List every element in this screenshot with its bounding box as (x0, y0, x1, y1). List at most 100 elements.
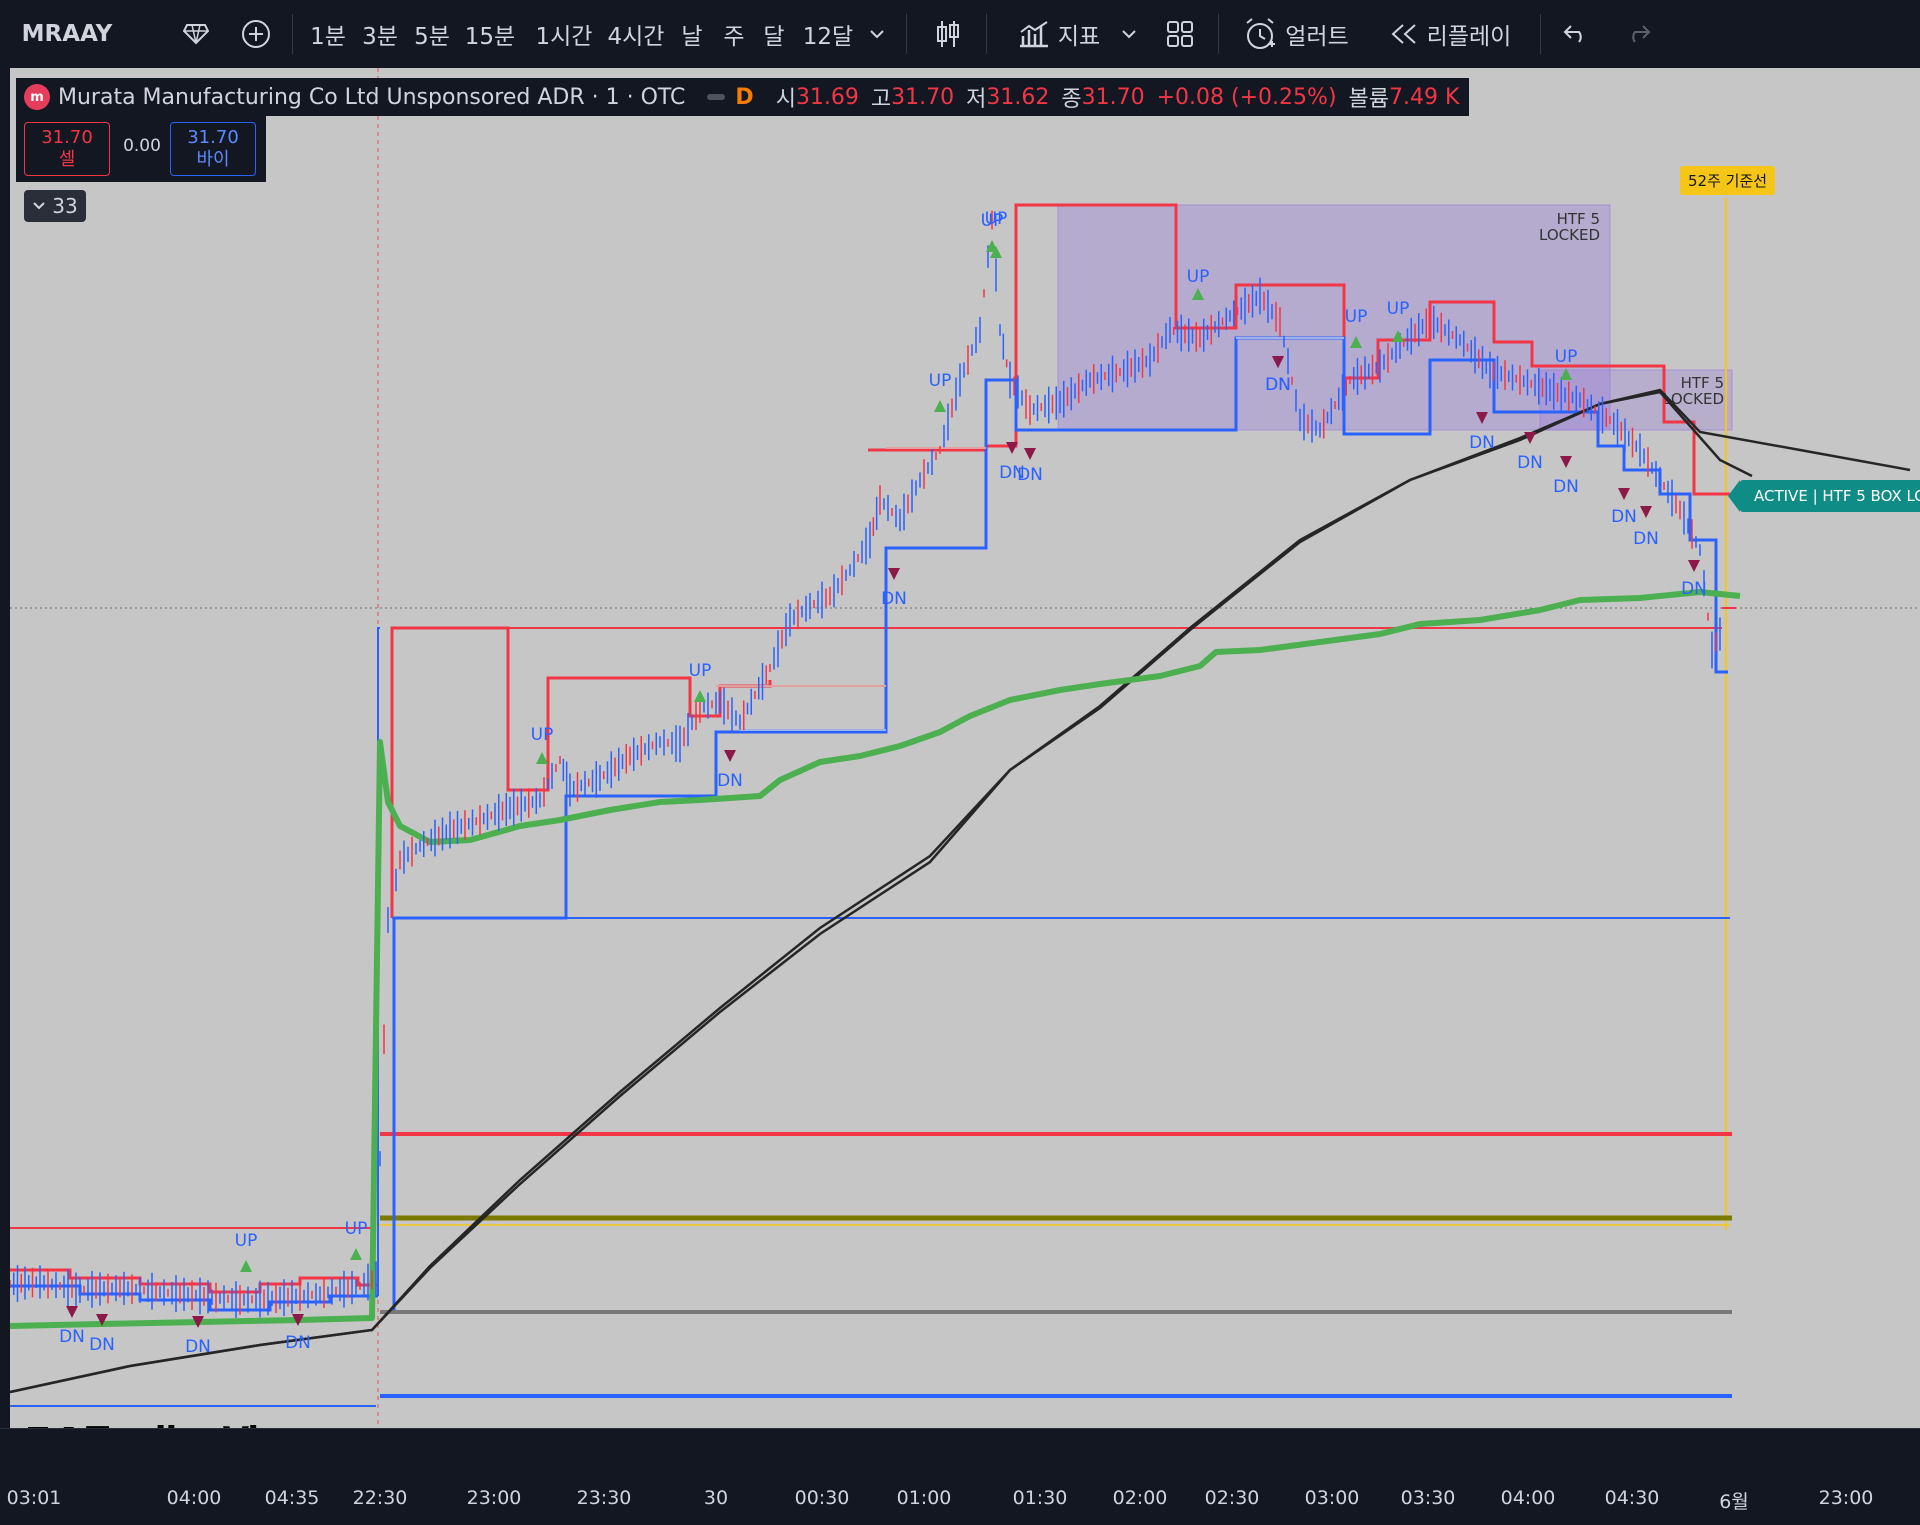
interval-button[interactable]: 4시간 (604, 0, 668, 68)
volume-value: 7.49 K (1389, 84, 1460, 110)
up-signal-label: UP (1345, 307, 1368, 327)
high-value: 31.70 (891, 84, 955, 110)
chevron-down-icon[interactable] (1114, 0, 1144, 68)
close-label: 종 (1061, 87, 1082, 112)
replay-label: 리플레이 (1426, 24, 1512, 50)
sell-button[interactable]: 31.70 셀 (24, 122, 110, 176)
upper-band-1 (390, 626, 772, 918)
time-axis-label: 01:00 (896, 1487, 952, 1509)
undo-icon[interactable] (1558, 0, 1594, 68)
market-status-icon (707, 94, 726, 100)
time-axis-label: 23:30 (576, 1487, 632, 1509)
time-axis-label: 01:30 (1012, 1487, 1068, 1509)
moving-average-line (10, 388, 1911, 1394)
low-value: 31.62 (986, 84, 1050, 110)
redo-icon[interactable] (1620, 0, 1656, 68)
alerts-button[interactable]: 얼러트 (1236, 0, 1356, 68)
alarm-clock-icon (1246, 18, 1276, 49)
time-axis-label: 02:30 (1204, 1487, 1260, 1509)
interval-button[interactable]: 날 (676, 0, 708, 68)
active-box-flag: ACTIVE | HTF 5 BOX LO (1727, 480, 1920, 512)
down-arrow-icon (1640, 506, 1652, 518)
indicators-icon (1019, 21, 1048, 48)
up-signal-label: UP (1555, 347, 1578, 367)
layout-grid-icon[interactable] (1162, 0, 1198, 68)
moving-average-line (10, 390, 1753, 1394)
indicators-collapse-button[interactable]: 33 (24, 190, 86, 222)
up-signal-label: UP (531, 725, 554, 745)
interval-button[interactable]: 12달 (800, 0, 856, 68)
interval-button[interactable]: 3분 (358, 0, 402, 68)
up-signal-label: UP (689, 661, 712, 681)
sell-label: 셀 (58, 149, 76, 170)
lower-band-left (10, 1284, 378, 1312)
compare-icon[interactable] (178, 0, 214, 68)
trade-panel: 31.70 셀 0.00 31.70 바이 (16, 116, 266, 182)
interval-button[interactable]: 1시간 (532, 0, 596, 68)
down-signal-label: DN (1633, 529, 1659, 549)
time-axis-label: 03:00 (1304, 1487, 1360, 1509)
time-axis[interactable]: 03:01 04:00 04:35 22:30 23:00 23:30 30 00:30 01:… (0, 1428, 1920, 1525)
chevron-down-icon (33, 202, 45, 210)
symbol-search-button[interactable]: MRAAY (21, 0, 113, 68)
down-signal-label: DN (1469, 433, 1495, 453)
down-signal-label: DN (1517, 453, 1543, 473)
time-axis-label: 30 (703, 1487, 729, 1509)
time-axis-label: 23:00 (1818, 1487, 1874, 1509)
down-signal-label: DN (285, 1333, 311, 1353)
week52-baseline-flag: 52주 기준선 (1680, 166, 1776, 195)
chart-pane[interactable]: HTF 5 LOCKED HTF 5 LOCKED UP UP UP UP UP UP UP UP UP… (10, 68, 1920, 1428)
down-arrow-icon (724, 750, 736, 762)
time-axis-label: 03:01 (6, 1487, 62, 1509)
interval-button[interactable]: 5분 (410, 0, 454, 68)
buy-price: 31.70 (187, 127, 239, 148)
symbol-title: Murata Manufacturing Co Ltd Unsponsored … (58, 84, 686, 110)
up-signal-label: UP (1387, 299, 1410, 319)
down-signal-label: DN (185, 1337, 211, 1357)
candle-type-icon[interactable] (930, 0, 966, 68)
open-value: 31.69 (795, 84, 859, 110)
down-signal-label: DN (1553, 477, 1579, 497)
down-signal-label: DN (1017, 465, 1043, 485)
symbol-legend[interactable]: m Murata Manufacturing Co Ltd Unsponsore… (16, 78, 1470, 116)
time-axis-label: 22:30 (352, 1487, 408, 1509)
down-signal-label: DN (1681, 579, 1707, 599)
up-signal-label: UP (929, 371, 952, 391)
up-arrow-icon (934, 400, 946, 412)
up-signal-label: UP (1187, 267, 1210, 287)
indicators-label: 지표 (1057, 24, 1101, 50)
chevron-down-icon[interactable] (862, 0, 892, 68)
interval-button[interactable]: 주 (718, 0, 750, 68)
market-flag: D (735, 84, 754, 110)
down-arrow-icon (888, 568, 900, 580)
down-signal-label: DN (881, 589, 907, 609)
time-axis-label: 00:30 (794, 1487, 850, 1509)
murata-logo-icon: m (24, 84, 50, 110)
chart-left-border (0, 68, 10, 1525)
volume-label: 볼륨 (1348, 87, 1390, 112)
down-arrow-icon (1688, 560, 1700, 572)
down-arrow-icon (1024, 448, 1036, 460)
up-arrow-icon (240, 1260, 252, 1272)
interval-button[interactable]: 15분 (462, 0, 518, 68)
add-symbol-icon[interactable] (236, 0, 276, 68)
up-signal-label: UP (235, 1231, 258, 1251)
chart-canvas: HTF 5LOCKEDHTF 5LOCKEDUPUPUPUPUPUPUPUP UP… (10, 68, 1920, 1428)
low-label: 저 (966, 87, 987, 112)
up-arrow-icon (694, 690, 706, 702)
indicators-button[interactable]: 지표 (1004, 0, 1114, 68)
interval-button[interactable]: 1분 (308, 0, 348, 68)
replay-button[interactable]: 리플레이 (1380, 0, 1520, 68)
time-axis-label: 04:00 (166, 1487, 222, 1509)
up-arrow-icon (350, 1248, 362, 1260)
up-signal-label: UP (345, 1219, 368, 1239)
upper-band-left (10, 1268, 378, 1294)
interval-button[interactable]: 달 (758, 0, 790, 68)
symbol-label: MRAAY (21, 21, 113, 47)
time-axis-label: 04:30 (1604, 1487, 1660, 1509)
change-value: +0.08 (+0.25%) (1156, 84, 1337, 110)
time-axis-label: 03:30 (1400, 1487, 1456, 1509)
down-arrow-icon (1618, 488, 1630, 500)
down-signal-label: DN (1611, 507, 1637, 527)
buy-button[interactable]: 31.70 바이 (170, 122, 256, 176)
